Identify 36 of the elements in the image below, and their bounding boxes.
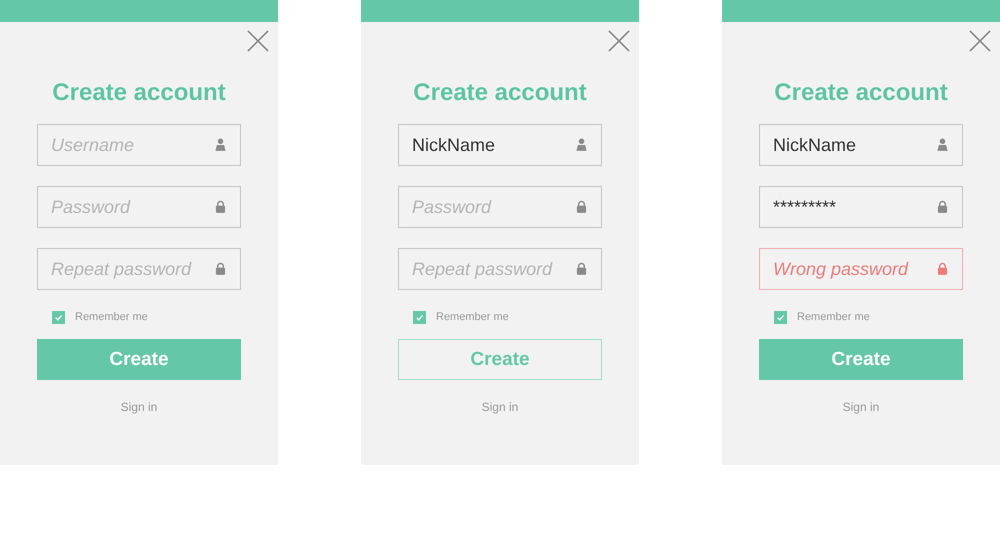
sign-in-link[interactable]: Sign in bbox=[120, 400, 158, 414]
input-field[interactable]: ********* bbox=[759, 186, 963, 228]
create-button[interactable]: Create bbox=[37, 339, 241, 380]
close-icon[interactable] bbox=[608, 30, 630, 52]
lock-icon bbox=[215, 262, 226, 275]
input-field[interactable]: Password bbox=[398, 186, 602, 228]
user-icon bbox=[937, 138, 948, 151]
close-icon[interactable] bbox=[969, 30, 991, 52]
input-field[interactable]: Wrong password bbox=[759, 248, 963, 290]
checkbox-label: Remember me bbox=[75, 311, 148, 323]
close-icon[interactable] bbox=[247, 30, 269, 52]
checkbox[interactable] bbox=[52, 310, 65, 324]
sign-in-link[interactable]: Sign in bbox=[842, 400, 880, 414]
checkbox[interactable] bbox=[413, 310, 426, 324]
input-field[interactable]: Repeat password bbox=[398, 248, 602, 290]
lock-icon bbox=[576, 262, 587, 275]
create-button[interactable]: Create bbox=[759, 339, 963, 380]
checkbox-label: Remember me bbox=[797, 311, 870, 323]
checkbox[interactable] bbox=[774, 310, 787, 324]
lock-icon bbox=[937, 200, 948, 213]
input-field[interactable]: Password bbox=[37, 186, 241, 228]
sign-in-link[interactable]: Sign in bbox=[482, 400, 518, 414]
create-button[interactable]: Create bbox=[398, 339, 602, 380]
input-field[interactable]: NickName bbox=[398, 124, 602, 166]
input-field[interactable]: Username bbox=[37, 124, 241, 166]
user-icon bbox=[215, 138, 226, 151]
checkbox-label: Remember me bbox=[436, 311, 509, 323]
lock-icon bbox=[215, 200, 226, 213]
user-icon bbox=[576, 138, 587, 151]
lock-icon bbox=[937, 262, 948, 275]
lock-icon bbox=[576, 200, 587, 213]
input-field[interactable]: NickName bbox=[759, 124, 963, 166]
dialog-title: Create account bbox=[413, 78, 587, 108]
dialog-title: Create account bbox=[774, 78, 948, 108]
input-field[interactable]: Repeat password bbox=[37, 248, 241, 290]
dialog-title: Create account bbox=[52, 78, 226, 108]
